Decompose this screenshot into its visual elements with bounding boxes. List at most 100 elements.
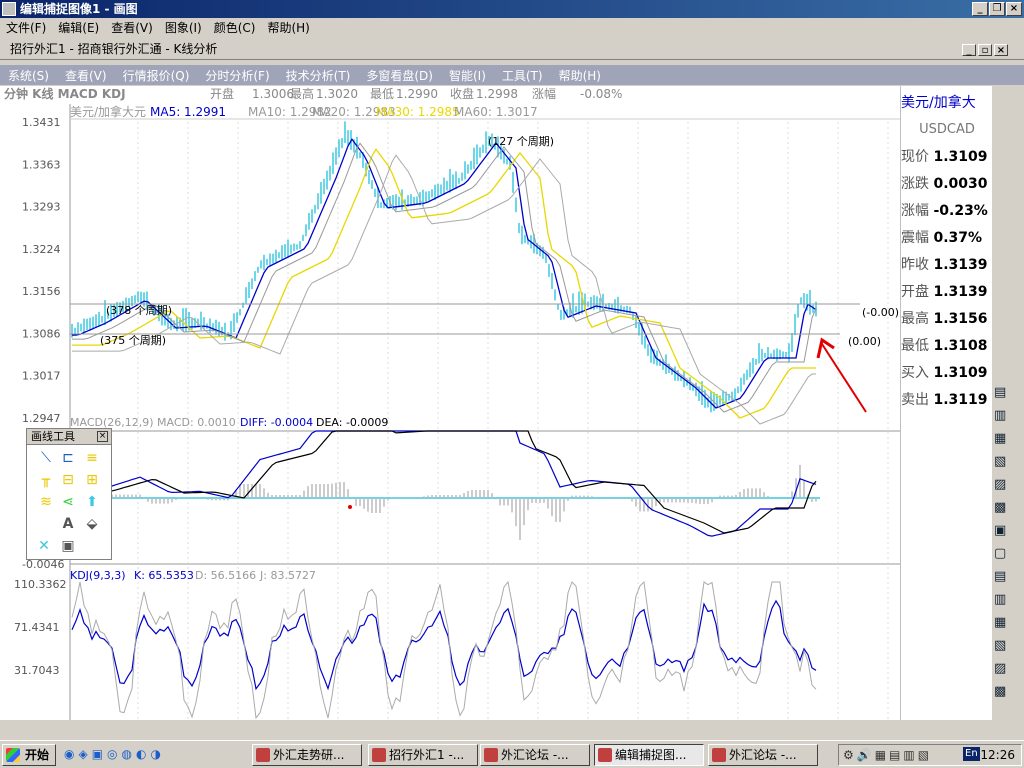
toolbar-icon-6[interactable]: ▣ (994, 524, 1008, 538)
toolbar-icon-0[interactable]: ▤ (994, 386, 1008, 400)
app-menu-item-4[interactable]: 技术分析(T) (278, 67, 359, 84)
panel-tabs[interactable]: 分钟 K线 MACD KDJ (4, 86, 126, 101)
toolbar-icon-10[interactable]: ▦ (994, 616, 1008, 630)
high-label: 最高 (290, 86, 314, 101)
quote-bar: 分钟 K线 MACD KDJ 开盘 1.3006 最高 1.3020 最低 1.… (4, 86, 622, 101)
parallel-tool-icon[interactable]: ≡ (83, 449, 101, 467)
toolbox-close-button[interactable]: × (97, 431, 108, 442)
minimize-button[interactable]: _ (972, 2, 988, 16)
macd-marker (348, 505, 352, 509)
fan-tool-icon[interactable]: ⋖ (59, 493, 77, 511)
app-menu-item-6[interactable]: 智能(I) (441, 67, 494, 84)
quote-row-value: 0.37% (933, 230, 983, 246)
outer-menu-item-2[interactable]: 查看(V) (105, 19, 159, 36)
toolbar-icon-4[interactable]: ▨ (994, 478, 1008, 492)
inner-minimize-button[interactable]: _ (962, 44, 976, 56)
ytick-label: 1.2947 (22, 412, 61, 425)
quote-row-label: 震幅 (901, 230, 929, 246)
pair-code: USDCAD (919, 122, 975, 137)
status-bar (0, 720, 1024, 740)
arrow-tool-icon[interactable]: ⬆ (83, 493, 101, 511)
taskbar-task-2[interactable]: 外汇论坛 -... (480, 744, 590, 766)
quote-row-value: 1.3108 (933, 338, 988, 354)
ytick-label: 1.3224 (22, 243, 61, 256)
outer-menu-item-4[interactable]: 颜色(C) (208, 19, 262, 36)
toolbar-icon-7[interactable]: ▢ (994, 547, 1008, 561)
task-icon (256, 748, 270, 762)
kdj-ytick: 71.4341 (14, 621, 60, 634)
line-tool-icon[interactable]: ⟍ (37, 449, 55, 467)
task-icon (598, 748, 612, 762)
close-button[interactable]: × (1006, 2, 1022, 16)
quote-row-3: 震幅 0.37% (901, 227, 993, 247)
quote-row-value: 1.3139 (933, 284, 988, 300)
language-indicator[interactable]: En (963, 747, 980, 761)
quote-row-label: 昨收 (901, 257, 929, 273)
diff-line (71, 430, 817, 537)
quick-launch-icons[interactable]: ◉◈▣◎◍◐◑ (64, 747, 244, 763)
percent-tool-icon[interactable]: ⊟ (59, 471, 77, 489)
toolbar-icon-3[interactable]: ▧ (994, 455, 1008, 469)
app-menu-bar: 系统(S) 查看(V) 行情报价(Q) 分时分析(F) 技术分析(T) 多窗看盘(D) 智能… (0, 65, 1024, 85)
window-title: 编辑捕捉图像1 - 画图 (20, 2, 138, 16)
outer-menu-item-1[interactable]: 编辑(E) (52, 19, 105, 36)
main-yticks: 1.3431 1.3363 1.3293 1.3224 1.3156 1.3086 1.30… (22, 116, 61, 425)
text-tool-icon[interactable]: A (59, 515, 77, 533)
maximize-button[interactable]: ❐ (989, 2, 1005, 16)
quote-row-label: 最高 (901, 311, 929, 327)
inner-close-button[interactable]: × (994, 44, 1008, 56)
close-label: 收盘 (450, 86, 474, 101)
delete-tool-icon[interactable]: ✕ (35, 537, 53, 555)
kdj-label: KDJ(9,3,3) (70, 569, 126, 582)
app-menu-item-5[interactable]: 多窗看盘(D) (358, 67, 441, 84)
quote-row-1: 涨跌 0.0030 (901, 173, 993, 193)
app-menu-item-0[interactable]: 系统(S) (0, 67, 57, 84)
low-value: 1.2990 (396, 87, 438, 101)
eraser-tool-icon[interactable]: ⬙ (83, 515, 101, 533)
toolbar-icon-11[interactable]: ▧ (994, 639, 1008, 653)
kdj-k: K: 65.5353 (134, 569, 194, 582)
outer-menu-item-0[interactable]: 文件(F) (0, 19, 52, 36)
quote-row-label: 卖出 (901, 392, 929, 408)
annotation-neg-zero: (-0.00) (862, 306, 899, 319)
toolbar-icon-8[interactable]: ▤ (994, 570, 1008, 584)
outer-menu-item-3[interactable]: 图象(I) (159, 19, 208, 36)
app-menu-item-3[interactable]: 分时分析(F) (197, 67, 277, 84)
app-menu-item-7[interactable]: 工具(T) (494, 67, 551, 84)
save-tool-icon[interactable]: ▣ (59, 537, 77, 555)
toolbar-icon-1[interactable]: ▥ (994, 409, 1008, 423)
quote-row-label: 现价 (901, 149, 929, 165)
chart-area: 分钟 K线 MACD KDJ 开盘 1.3006 最高 1.3020 最低 1.… (0, 86, 900, 720)
quote-row-2: 涨幅 -0.23% (901, 200, 993, 220)
tray-icons[interactable]: ⚙🔊▦▤▥▧ (843, 745, 932, 765)
change-label: 涨幅 (532, 86, 556, 101)
app-menu-item-8[interactable]: 帮助(H) (551, 67, 609, 84)
kline-chart-svg[interactable]: 分钟 K线 MACD KDJ 开盘 1.3006 最高 1.3020 最低 1.… (0, 86, 900, 720)
app-menu-item-1[interactable]: 查看(V) (57, 67, 115, 84)
toolbar-icon-5[interactable]: ▩ (994, 501, 1008, 515)
open-value: 1.3006 (252, 87, 294, 101)
toolbar-icon-9[interactable]: ▥ (994, 593, 1008, 607)
taskbar-task-4[interactable]: 外汇论坛 -... (708, 744, 818, 766)
taskbar-task-3[interactable]: 编辑捕捉图... (594, 744, 704, 766)
outer-menu-item-5[interactable]: 帮助(H) (261, 19, 315, 36)
taskbar-task-1[interactable]: 招行外汇1 -... (368, 744, 478, 766)
paint-app-icon (2, 2, 16, 16)
inner-maximize-button[interactable]: ▫ (978, 44, 992, 56)
gann-tool-icon[interactable]: ⊞ (83, 471, 101, 489)
toolbar-icon-12[interactable]: ▨ (994, 662, 1008, 676)
segment-tool-icon[interactable]: ⊏ (59, 449, 77, 467)
toolbar-icon-2[interactable]: ▦ (994, 432, 1008, 446)
red-arrow (816, 337, 867, 413)
start-button[interactable]: 开始 (2, 744, 56, 766)
toolbar-icon-13[interactable]: ▩ (994, 685, 1008, 699)
ytick-label: 1.3017 (22, 370, 61, 383)
taskbar-task-0[interactable]: 外汇走势研... (252, 744, 362, 766)
fib-tool-icon[interactable]: ╥ (37, 471, 55, 489)
app-menu-item-2[interactable]: 行情报价(Q) (115, 67, 198, 84)
cycle-tool-icon[interactable]: ≋ (37, 493, 55, 511)
kdj-j-line (71, 580, 817, 720)
quote-row-label: 涨幅 (901, 203, 929, 219)
quote-row-value: 1.3109 (933, 149, 988, 165)
candle-series (71, 121, 817, 413)
